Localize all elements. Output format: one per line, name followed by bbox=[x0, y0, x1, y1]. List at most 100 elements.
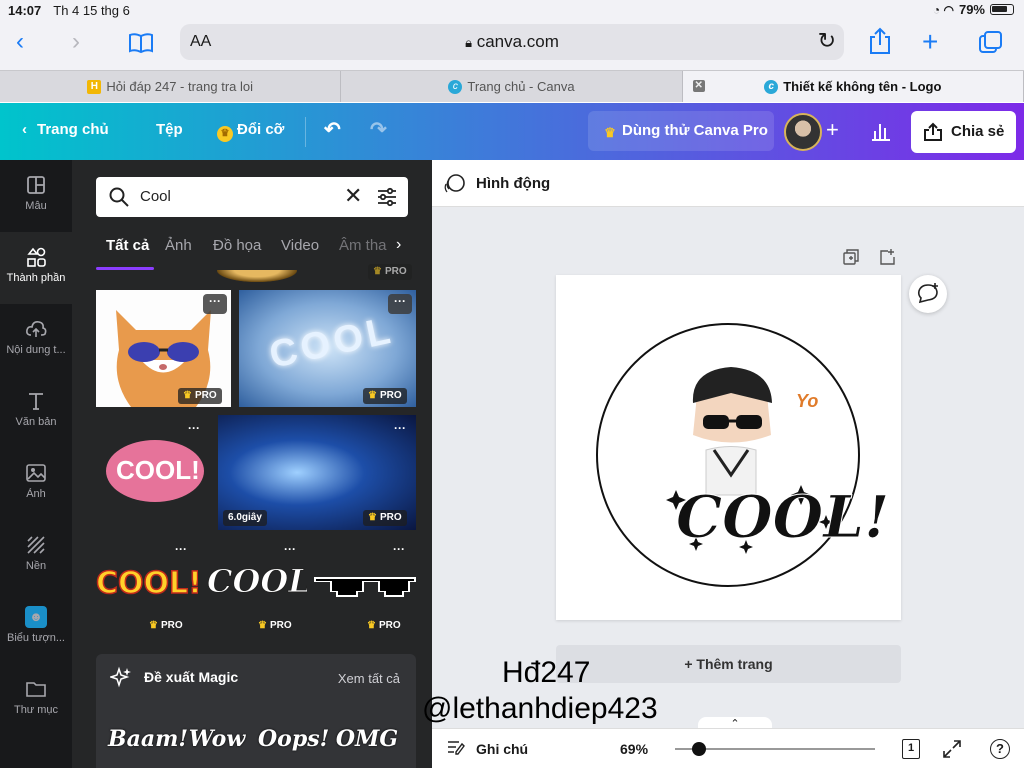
zoom-level[interactable]: 69% bbox=[620, 741, 648, 757]
bookmarks-icon[interactable] bbox=[128, 32, 154, 54]
animate-icon[interactable] bbox=[444, 173, 466, 195]
rail-item-templates[interactable]: Mẫu bbox=[0, 160, 72, 232]
design-yo-text: Yo bbox=[796, 391, 818, 411]
notes-button[interactable]: Ghi chú bbox=[476, 741, 528, 757]
elements-panel: Cool ✕ Tất cả Ảnh Đồ họa Video Âm tha › … bbox=[72, 160, 432, 768]
pro-badge: ♛ PRO bbox=[363, 510, 407, 526]
magic-sticker[interactable]: Wow bbox=[183, 714, 251, 764]
yellow-cool-text: COOL! bbox=[96, 565, 198, 602]
bubble-text: COOL! bbox=[116, 455, 200, 485]
clear-search-icon[interactable]: ✕ bbox=[344, 183, 362, 209]
rail-item-photos[interactable]: Ảnh bbox=[0, 448, 72, 520]
design-cool-text: COOL! bbox=[676, 483, 889, 551]
search-input[interactable]: Cool bbox=[140, 188, 171, 205]
address-bar[interactable]: AA 🔒︎ canva.com ↻ bbox=[180, 24, 844, 60]
more-options-button[interactable]: ··· bbox=[169, 542, 193, 562]
status-bar: 14:07 Th 4 15 thg 6 ◔ ◠ 79% bbox=[0, 0, 1024, 20]
templates-icon bbox=[27, 176, 45, 194]
rail-item-text[interactable]: Văn bản bbox=[0, 376, 72, 448]
tab-audio[interactable]: Âm tha bbox=[339, 237, 387, 254]
chevron-left-icon: ‹ bbox=[22, 121, 27, 138]
help-button[interactable]: ? bbox=[990, 739, 1010, 759]
tab-canva-home[interactable]: c Trang chủ - Canva bbox=[341, 71, 683, 102]
share-sheet-icon[interactable] bbox=[868, 27, 892, 55]
result-cool-white[interactable]: COOL! ··· ♛PRO bbox=[205, 542, 307, 638]
result-video[interactable]: ··· 6.0giây ♛ PRO bbox=[218, 415, 416, 530]
avatar[interactable] bbox=[784, 113, 822, 151]
result-cool-bubble[interactable]: COOL! ··· bbox=[96, 415, 211, 530]
add-page-button[interactable]: + Thêm trang bbox=[556, 645, 901, 683]
add-page-icon[interactable] bbox=[878, 248, 896, 266]
magic-sticker[interactable]: Oops! bbox=[258, 714, 329, 764]
bottom-bar: Ghi chú 69% 1 ? bbox=[432, 728, 1024, 768]
undo-icon[interactable]: ↶ bbox=[324, 117, 341, 142]
bitmoji-app-icon: ☻ bbox=[25, 606, 47, 628]
share-button[interactable]: Chia sẻ bbox=[911, 111, 1016, 153]
chevron-right-icon[interactable]: › bbox=[396, 236, 401, 254]
add-member-icon[interactable]: + bbox=[826, 117, 839, 143]
magic-sticker[interactable]: OMG bbox=[333, 714, 401, 764]
file-menu[interactable]: Tệp bbox=[156, 121, 183, 138]
home-button[interactable]: ‹ Trang chủ bbox=[22, 121, 109, 138]
pro-badge: ♛ PRO bbox=[258, 620, 292, 631]
animate-toolbar: Hình động bbox=[432, 160, 1024, 207]
folder-icon bbox=[26, 682, 46, 697]
animate-label[interactable]: Hình động bbox=[476, 175, 550, 192]
tab-video[interactable]: Video bbox=[281, 237, 319, 254]
more-options-button[interactable]: ··· bbox=[387, 542, 411, 562]
tabs-overview-icon[interactable] bbox=[978, 30, 1004, 56]
see-all-link[interactable]: Xem tất cả bbox=[338, 671, 400, 686]
rail-item-background[interactable]: Nền bbox=[0, 520, 72, 592]
result-partial[interactable] bbox=[217, 270, 297, 282]
add-comment-button[interactable] bbox=[909, 275, 947, 313]
pro-badge: ♛ PRO bbox=[367, 620, 401, 631]
magic-sticker[interactable]: Baam! bbox=[108, 714, 188, 764]
rail-item-logos[interactable]: ☻ Biểu tượn... bbox=[0, 592, 72, 664]
more-options-button[interactable]: ··· bbox=[182, 421, 206, 441]
url-text: canva.com bbox=[476, 32, 559, 51]
tab-graphics[interactable]: Đồ họa bbox=[213, 237, 261, 254]
result-ice-cool[interactable]: COOL ··· ♛ PRO bbox=[239, 290, 416, 407]
browser-toolbar: ‹ › AA 🔒︎ canva.com ↻ + bbox=[0, 20, 1024, 70]
zoom-slider-knob[interactable] bbox=[692, 742, 706, 756]
insights-chart-icon[interactable] bbox=[870, 120, 892, 142]
try-canva-pro-button[interactable]: ♛ Dùng thử Canva Pro bbox=[588, 111, 774, 151]
page-count-button[interactable]: 1 bbox=[902, 739, 920, 759]
zoom-slider[interactable] bbox=[675, 742, 875, 756]
tab-canva-design[interactable]: ✕ c Thiết kế không tên - Logo bbox=[682, 71, 1024, 102]
reload-icon[interactable]: ↻ bbox=[818, 28, 836, 54]
design-page[interactable]: Yo COOL! bbox=[556, 275, 901, 620]
magic-title: Đề xuất Magic bbox=[144, 669, 239, 685]
tab-all[interactable]: Tất cả bbox=[106, 237, 149, 254]
pro-badge: ♛ PRO bbox=[149, 620, 183, 631]
tab-photos[interactable]: Ảnh bbox=[165, 237, 192, 254]
filter-sliders-icon[interactable] bbox=[376, 186, 398, 208]
more-options-button[interactable]: ··· bbox=[278, 542, 302, 562]
result-pixel-sunglasses[interactable]: ··· ♛ PRO bbox=[314, 542, 416, 638]
new-tab-icon[interactable]: + bbox=[922, 28, 938, 56]
rail-item-folders[interactable]: Thư mục bbox=[0, 664, 72, 736]
notes-icon[interactable] bbox=[446, 739, 466, 757]
pro-badge: ♛ PRO bbox=[178, 388, 222, 404]
upload-icon bbox=[924, 122, 942, 141]
white-cool-text: COOL! bbox=[207, 562, 307, 601]
battery-icon bbox=[990, 4, 1014, 15]
rail-item-uploads[interactable]: Nội dung t... bbox=[0, 304, 72, 376]
resize-button[interactable]: ♛ Đổi cỡ bbox=[217, 121, 284, 142]
result-cool-yellow[interactable]: COOL! ··· ♛ PRO bbox=[96, 542, 198, 638]
close-tab-icon[interactable]: ✕ bbox=[692, 80, 705, 92]
duplicate-page-icon[interactable] bbox=[842, 248, 860, 266]
cloud-upload-icon bbox=[26, 321, 47, 337]
more-options-button[interactable]: ··· bbox=[203, 294, 227, 314]
more-options-button[interactable]: ··· bbox=[388, 421, 412, 441]
redo-icon[interactable]: ↷ bbox=[370, 117, 387, 142]
rail-item-elements[interactable]: Thành phần bbox=[0, 232, 72, 304]
forward-icon[interactable]: › bbox=[72, 28, 80, 56]
result-cat-sunglasses[interactable]: ··· ♛ PRO bbox=[96, 290, 231, 407]
back-icon[interactable]: ‹ bbox=[16, 28, 24, 56]
tab-hoidap247[interactable]: H Hỏi đáp 247 - trang tra loi bbox=[0, 71, 342, 102]
fullscreen-icon[interactable] bbox=[942, 739, 962, 759]
search-field[interactable]: Cool ✕ bbox=[96, 177, 408, 217]
crown-icon: ♛ bbox=[604, 125, 616, 140]
more-options-button[interactable]: ··· bbox=[388, 294, 412, 314]
